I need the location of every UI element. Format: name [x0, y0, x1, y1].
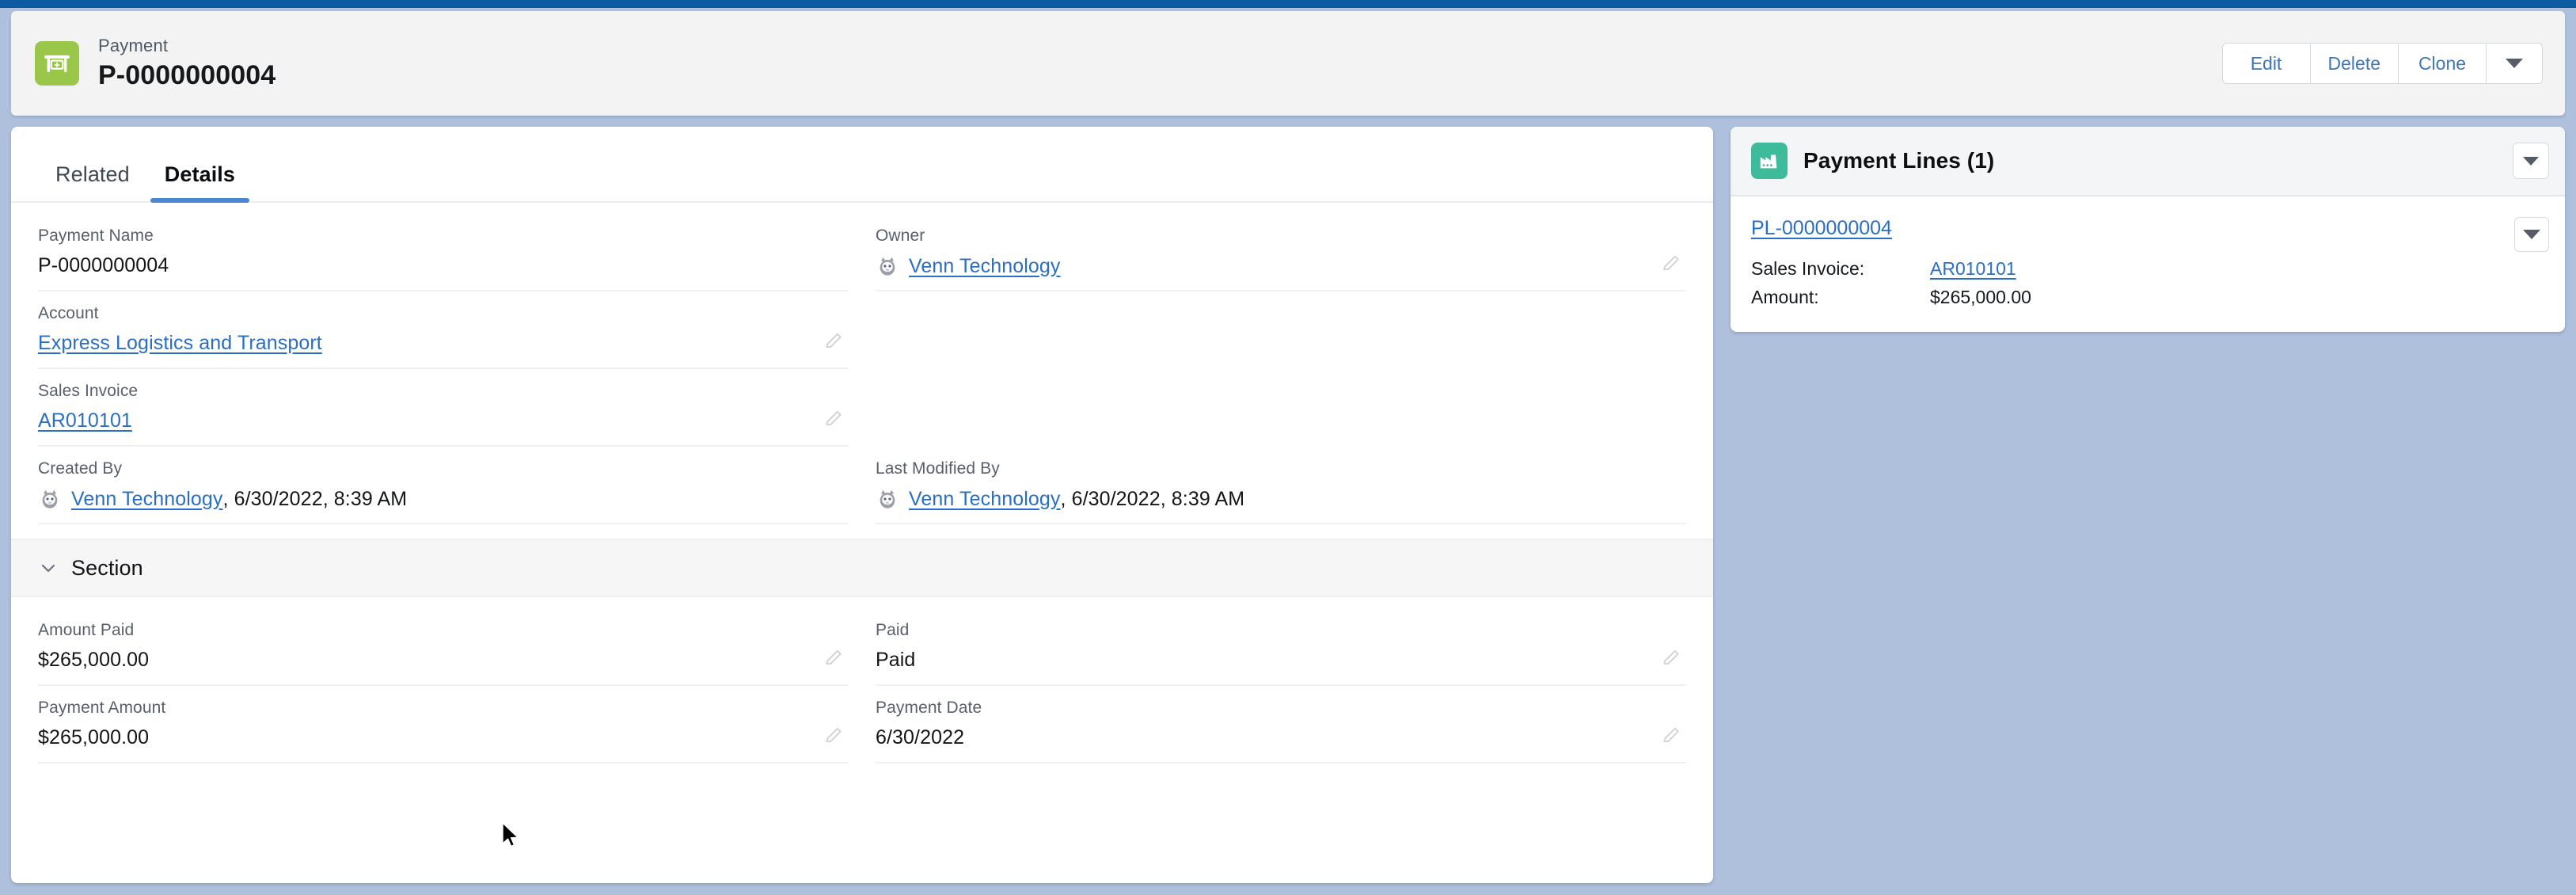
details-field-list: Payment Name P-0000000004 Owner Venn Tec… [11, 203, 1713, 524]
payment-line-sales-invoice: Sales Invoice: AR010101 [1751, 258, 2549, 280]
field-empty [876, 369, 1686, 447]
sales-invoice-link[interactable]: AR010101 [1930, 258, 2016, 280]
field-label: Payment Amount [38, 699, 166, 717]
payment-lines-card: Payment Lines (1) PL-0000000004 Sales In… [1731, 127, 2565, 332]
field-last-modified-by: Last Modified By Venn Technology , 6/30/… [876, 447, 1686, 524]
chevron-down-icon [38, 558, 59, 578]
field-value: Venn Technology , 6/30/2022, 8:39 AM [876, 487, 1686, 511]
field-label: Created By [38, 459, 123, 478]
edit-pencil-icon[interactable] [823, 648, 844, 668]
field-row: Account Express Logistics and Transport [38, 291, 1686, 369]
list-item: PL-0000000004 Sales Invoice: AR010101 Am… [1751, 217, 2549, 308]
field-label: Last Modified By [876, 459, 1000, 478]
account-link[interactable]: Express Logistics and Transport [38, 332, 322, 355]
field-value: $265,000.00 [38, 726, 150, 748]
app-top-banner [0, 0, 2576, 8]
field-label: Amount Paid [38, 621, 135, 639]
edit-pencil-icon[interactable] [823, 726, 844, 746]
payment-lines-factory-icon [1751, 143, 1788, 179]
edit-pencil-icon[interactable] [823, 409, 844, 429]
field-value: Venn Technology [876, 254, 1686, 278]
payment-line-row-menu-button[interactable] [2514, 217, 2549, 252]
field-owner: Owner Venn Technology [876, 214, 1686, 291]
payment-lines-menu-button[interactable] [2513, 143, 2549, 179]
field-label: Sales Invoice [38, 382, 139, 400]
field-amount-paid: Amount Paid $265,000.00 [38, 608, 849, 686]
field-value: $265,000.00 [1930, 287, 2031, 307]
record-object-type: Payment [98, 36, 169, 56]
field-value: Paid [876, 649, 916, 671]
field-account: Account Express Logistics and Transport [38, 291, 849, 369]
payment-lines-body: PL-0000000004 Sales Invoice: AR010101 Am… [1731, 196, 2565, 332]
created-by-link[interactable]: Venn Technology [71, 488, 222, 511]
tab-details[interactable]: Details [147, 162, 253, 203]
field-row: Payment Name P-0000000004 Owner Venn Tec… [38, 214, 1686, 291]
payment-line-link[interactable]: PL-0000000004 [1751, 217, 1892, 240]
field-label: Sales Invoice: [1751, 258, 1865, 279]
last-modified-timestamp: , 6/30/2022, 8:39 AM [1060, 487, 1245, 510]
field-value: 6/30/2022 [876, 726, 965, 748]
payment-desk-icon [35, 41, 79, 86]
field-label: Owner [876, 227, 925, 245]
edit-pencil-icon[interactable] [1661, 253, 1681, 274]
payment-lines-header: Payment Lines (1) [1731, 127, 2565, 196]
section-field-list: Amount Paid $265,000.00 Paid Paid Paymen… [11, 597, 1713, 764]
chevron-down-icon [2523, 230, 2540, 239]
field-value: $265,000.00 [38, 649, 150, 671]
field-payment-name: Payment Name P-0000000004 [38, 214, 849, 291]
field-empty [876, 291, 1686, 369]
edit-pencil-icon[interactable] [823, 331, 844, 352]
payment-lines-title: Payment Lines (1) [1803, 148, 1995, 173]
edit-button[interactable]: Edit [2221, 43, 2311, 84]
chevron-down-icon [2506, 59, 2523, 68]
edit-pencil-icon[interactable] [1661, 648, 1681, 668]
avatar [876, 254, 899, 278]
chevron-down-icon [2523, 156, 2539, 166]
avatar [876, 487, 899, 511]
field-label: Amount: [1751, 287, 1819, 307]
avatar [38, 487, 62, 511]
field-label: Payment Date [876, 699, 982, 717]
field-payment-amount: Payment Amount $265,000.00 [38, 686, 849, 764]
details-card: Related Details Payment Name P-000000000… [11, 127, 1713, 883]
field-row: Created By Venn Technology , 6/30/2022, … [38, 447, 1686, 524]
page-title: P-0000000004 [98, 59, 276, 90]
section-title: Section [71, 555, 143, 580]
edit-pencil-icon[interactable] [1661, 726, 1681, 746]
field-value: Express Logistics and Transport [38, 332, 849, 355]
created-by-timestamp: , 6/30/2022, 8:39 AM [222, 487, 408, 510]
field-label: Account [38, 304, 99, 322]
owner-link[interactable]: Venn Technology [909, 255, 1060, 278]
clone-button[interactable]: Clone [2398, 43, 2487, 84]
field-row: Amount Paid $265,000.00 Paid Paid [38, 608, 1686, 686]
record-action-bar: Edit Delete Clone [2221, 43, 2543, 84]
main-stage: Related Details Payment Name P-000000000… [11, 127, 2565, 889]
section-header-section[interactable]: Section [11, 539, 1713, 597]
field-row: Payment Amount $265,000.00 Payment Date … [38, 686, 1686, 764]
field-value: AR010101 [38, 409, 849, 432]
payment-line-amount: Amount: $265,000.00 [1751, 287, 2549, 308]
delete-button[interactable]: Delete [2309, 43, 2399, 84]
field-value: Venn Technology , 6/30/2022, 8:39 AM [38, 487, 849, 511]
field-value: P-0000000004 [38, 254, 169, 276]
more-actions-button[interactable] [2486, 43, 2543, 84]
last-modified-by-link[interactable]: Venn Technology [909, 488, 1060, 511]
field-label: Payment Name [38, 227, 154, 245]
field-paid: Paid Paid [876, 608, 1686, 686]
sales-invoice-link[interactable]: AR010101 [38, 409, 132, 432]
related-lists-column: Payment Lines (1) PL-0000000004 Sales In… [1731, 127, 2565, 889]
field-created-by: Created By Venn Technology , 6/30/2022, … [38, 447, 849, 524]
field-row: Sales Invoice AR010101 [38, 369, 1686, 447]
record-tabs: Related Details [11, 127, 1713, 203]
field-payment-date: Payment Date 6/30/2022 [876, 686, 1686, 764]
field-sales-invoice: Sales Invoice AR010101 [38, 369, 849, 447]
record-header: Payment P-0000000004 Edit Delete Clone [11, 11, 2565, 116]
field-label: Paid [876, 621, 910, 639]
tab-related[interactable]: Related [38, 162, 147, 201]
record-title-group: Payment P-0000000004 [98, 36, 275, 90]
